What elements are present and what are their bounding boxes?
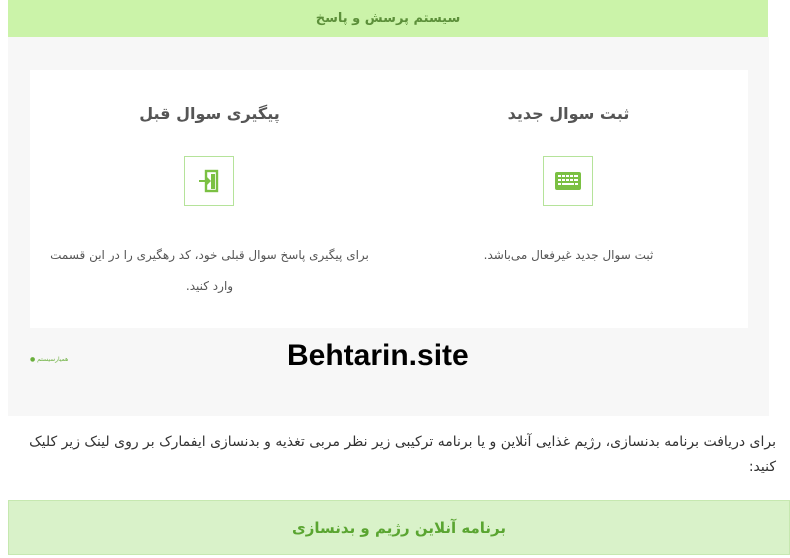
qa-card: پیگیری سوال قبل برای پیگیری پاسخ سوال قب… [30, 70, 748, 328]
follow-up-button[interactable] [184, 156, 234, 206]
program-paragraph: برای دریافت برنامه بدنسازی، رژیم غذایی آ… [29, 434, 776, 475]
follow-up-title: پیگیری سوال قبل [139, 104, 280, 123]
program-cta-label: برنامه آنلاین رژیم و بدنسازی [292, 518, 506, 537]
follow-up-description: برای پیگیری پاسخ سوال قبلی خود، کد رهگیر… [50, 248, 369, 294]
watermark-text: Behtarin.site [287, 339, 469, 372]
follow-up-section: پیگیری سوال قبل برای پیگیری پاسخ سوال قب… [30, 70, 389, 328]
new-question-description: ثبت سوال جدید غیرفعال می‌باشد. [483, 248, 654, 262]
new-question-button[interactable] [543, 156, 593, 206]
qa-panel: پیگیری سوال قبل برای پیگیری پاسخ سوال قب… [8, 37, 769, 416]
watermark-logo: ● همیارسیستم [30, 356, 69, 363]
program-cta-button[interactable]: برنامه آنلاین رژیم و بدنسازی [8, 500, 790, 555]
new-question-title: ثبت سوال جدید [507, 104, 630, 123]
header-bar: سیستم پرسش و پاسخ [8, 0, 768, 37]
new-question-section: ثبت سوال جدید ثبت سوال جد [389, 70, 748, 328]
header-title: سیستم پرسش و پاسخ [315, 11, 461, 26]
keyboard-icon [555, 172, 581, 190]
sign-in-icon [199, 169, 219, 193]
